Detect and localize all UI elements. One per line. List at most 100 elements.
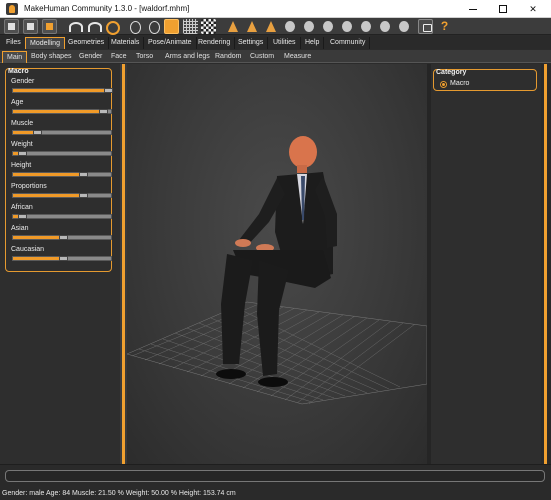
slider-label-proportions: Proportions [11,183,47,190]
subtab-measure[interactable]: Measure [280,51,315,63]
save-icon[interactable] [42,19,57,34]
wireframe-icon[interactable] [164,19,179,34]
macro-radio-button[interactable] [440,81,447,88]
category-group: Category Macro [433,69,537,91]
subtab-body-shapes[interactable]: Body shapes [27,51,75,63]
slider-label-gender: Gender [11,78,35,85]
redo-icon[interactable] [86,19,102,34]
tab-files[interactable]: Files [2,37,26,49]
bottom-view-icon[interactable] [320,19,335,34]
slider-thumb[interactable] [18,214,27,219]
grid-icon[interactable] [183,19,198,34]
human-model [216,136,337,387]
slider-thumb[interactable] [59,235,68,240]
tab-pose-animate[interactable]: Pose/Animate [144,37,197,49]
subtab-random[interactable]: Random [211,51,245,63]
sub-tabs: Main Body shapes Gender Face Torso Arms … [0,50,551,63]
subtab-face[interactable]: Face [107,51,131,63]
right-view-icon[interactable] [282,19,297,34]
macro-radio-label[interactable]: Macro [450,80,469,87]
viewport-scene [127,136,427,405]
status-bar-text: Gender: male Age: 84 Muscle: 21.50 % Wei… [2,490,236,497]
right-edge-splitter[interactable] [541,64,551,464]
back-view-icon[interactable] [244,19,259,34]
tab-geometries[interactable]: Geometries [64,37,110,49]
help-icon[interactable]: ? [437,19,452,34]
slider-fill [13,89,104,92]
3d-viewport[interactable] [127,64,427,464]
minimize-icon [469,8,477,10]
folder-icon[interactable] [23,19,38,34]
pose-icon[interactable] [146,19,161,34]
slider-label-caucasian: Caucasian [11,246,45,253]
close-button[interactable]: ✕ [518,0,548,18]
weight-slider[interactable] [12,151,112,156]
screenshot-icon[interactable] [418,19,433,34]
age-slider[interactable] [12,109,112,114]
asian-slider[interactable] [12,235,112,240]
subtab-custom[interactable]: Custom [246,51,278,63]
slider-fill [13,257,59,260]
proportions-slider[interactable] [12,193,112,198]
left-panel: Macro Gender Age Muscle Weight Height Pr… [0,64,120,464]
slider-thumb[interactable] [104,88,113,93]
background-icon[interactable] [201,19,216,34]
maximize-icon [499,5,507,13]
slider-label-weight: Weight [11,141,33,148]
slider-label-african: African [11,204,33,211]
subtab-gender[interactable]: Gender [75,51,106,63]
maximize-button[interactable] [488,0,518,18]
tab-help[interactable]: Help [301,37,325,49]
bottom-bar: Gender: male Age: 84 Muscle: 21.50 % Wei… [0,464,551,500]
slider-label-age: Age [11,99,24,106]
subtab-torso[interactable]: Torso [132,51,157,63]
slider-thumb[interactable] [79,172,88,177]
front-view-icon[interactable] [225,19,240,34]
macro-title: Macro [8,68,29,75]
tab-modelling[interactable]: Modelling [25,37,65,49]
slider-thumb[interactable] [59,256,68,261]
splitter-bar [122,64,125,464]
smooth-icon[interactable] [127,19,142,34]
tab-materials[interactable]: Materials [107,37,145,49]
slider-thumb[interactable] [18,151,27,156]
global-camera-icon[interactable] [396,19,411,34]
main-toolbar: ? [0,18,551,35]
file-icon[interactable] [4,19,19,34]
side-head-view-icon[interactable] [358,19,373,34]
left-panel-splitter[interactable] [120,64,127,464]
reset-icon[interactable] [104,19,120,35]
slider-label-muscle: Muscle [11,120,34,127]
african-slider[interactable] [12,214,112,219]
slider-fill [13,131,33,134]
tab-utilities[interactable]: Utilities [269,37,301,49]
makehuman-app-icon [6,3,18,15]
reset-camera-icon[interactable] [377,19,392,34]
tab-rendering[interactable]: Rendering [194,37,236,49]
progress-bar [5,470,545,482]
slider-thumb[interactable] [99,109,108,114]
slider-thumb[interactable] [79,193,88,198]
slider-fill [13,173,79,176]
splitter-bar [544,64,547,464]
tab-community[interactable]: Community [326,37,371,49]
top-view-icon[interactable] [301,19,316,34]
slider-fill [13,194,79,197]
minimize-button[interactable] [458,0,488,18]
tab-settings[interactable]: Settings [234,37,269,49]
subtab-arms-and-legs[interactable]: Arms and legs [161,51,214,63]
subtab-main[interactable]: Main [2,51,28,63]
macro-group: Macro Gender Age Muscle Weight Height Pr… [5,68,113,272]
slider-thumb[interactable] [33,130,42,135]
window-title: MakeHuman Community 1.3.0 - [waldorf.mhm… [24,4,190,13]
back-head-view-icon[interactable] [339,19,354,34]
category-title: Category [436,69,467,76]
caucasian-slider[interactable] [12,256,112,261]
gender-slider[interactable] [12,88,113,93]
title-bar: MakeHuman Community 1.3.0 - [waldorf.mhm… [0,0,551,18]
muscle-slider[interactable] [12,130,112,135]
slider-fill [13,110,99,113]
left-view-icon[interactable] [263,19,278,34]
undo-icon[interactable] [67,19,83,34]
height-slider[interactable] [12,172,112,177]
